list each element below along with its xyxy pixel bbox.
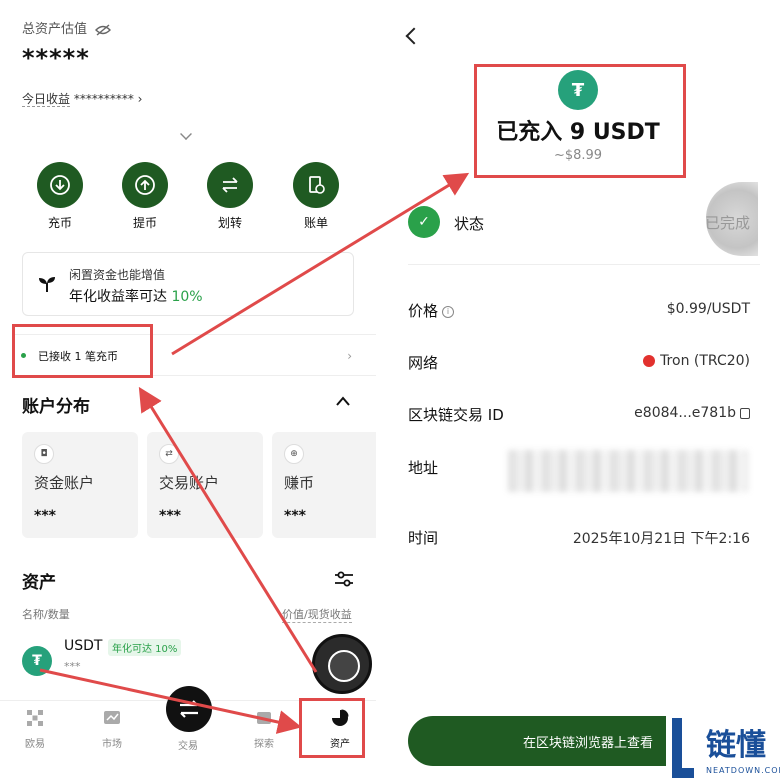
deposit-usd-value: ~$8.99: [553, 148, 603, 163]
address-label: 地址: [408, 459, 439, 477]
usdt-logo-icon: ₮: [22, 646, 52, 676]
column-name-qty: 名称/数量: [22, 608, 70, 621]
check-icon: ✓: [408, 206, 440, 238]
trading-account-card[interactable]: ⇄ 交易账户 ***: [147, 432, 263, 538]
txid-value[interactable]: e8084...e781b: [634, 405, 750, 421]
usdt-logo-icon: ₮: [558, 70, 598, 110]
price-value: $0.99/USDT: [666, 301, 750, 317]
assets-page: 总资产估值 ***** 今日收益 ********** › 充币 提币 划转 账…: [0, 0, 376, 782]
filter-sliders-icon[interactable]: [334, 570, 354, 588]
tron-icon: [643, 355, 656, 367]
asset-amount: ***: [64, 660, 81, 673]
total-assets-label: 总资产估值: [22, 18, 112, 37]
deposit-button[interactable]: 充币: [30, 162, 90, 231]
nav-okx[interactable]: 欧易: [5, 709, 65, 750]
back-arrow-icon[interactable]: [405, 27, 423, 45]
time-label: 时间: [408, 529, 439, 547]
bill-icon: [293, 162, 339, 208]
chevron-down-icon[interactable]: [180, 128, 192, 140]
wallet-icon: ◘: [34, 444, 54, 464]
deposit-icon: [37, 162, 83, 208]
logo-l-shape: [672, 718, 694, 778]
assets-title: 资产: [22, 573, 56, 593]
deposit-received-notice[interactable]: 已接收 1 笔充币 ›: [14, 334, 376, 376]
withdraw-icon: [122, 162, 168, 208]
info-icon[interactable]: i: [442, 305, 455, 318]
transfer-icon: [207, 162, 253, 208]
earn-account-card[interactable]: ⊕ 赚币 ***: [272, 432, 376, 538]
asset-symbol[interactable]: USDT: [64, 638, 102, 654]
chevron-right-icon: ›: [347, 349, 352, 363]
earn-icon: ⊕: [284, 444, 304, 464]
trade-icon: [180, 700, 198, 718]
deposit-amount-title: 已充入 9 USDT: [496, 120, 660, 145]
nav-market[interactable]: 市场: [82, 709, 142, 750]
floating-assistive-button[interactable]: [312, 634, 372, 694]
network-value: Tron (TRC20): [643, 353, 750, 369]
screenshot-composite: 总资产估值 ***** 今日收益 ********** › 充币 提币 划转 账…: [0, 0, 780, 782]
status-dot: [21, 353, 26, 358]
transfer-button[interactable]: 划转: [200, 162, 260, 231]
watermark-logo: 链懂 NEATDOWN.COM: [666, 712, 780, 782]
chevron-right-icon: ›: [137, 92, 143, 106]
column-value-profit: 价值/现货收益: [282, 608, 352, 623]
total-assets-value: *****: [22, 44, 90, 72]
trade-center-button[interactable]: [166, 686, 212, 732]
time-value: 2025年10月21日 下午2:16: [572, 531, 750, 547]
accounts-title: 账户分布: [22, 397, 90, 417]
yield-badge: 年化可达 10%: [108, 639, 182, 656]
address-value-redacted: [508, 450, 748, 492]
promo-rate: 年化收益率可达 10%: [69, 289, 203, 305]
okx-icon: [27, 710, 43, 726]
txid-label: 区块链交易 ID: [408, 406, 504, 424]
nav-explore[interactable]: 探索: [234, 709, 294, 750]
status-value: 已完成: [704, 214, 750, 232]
status-label: 状态: [454, 215, 485, 233]
eye-hidden-icon[interactable]: [95, 23, 112, 36]
price-label: 价格 i: [408, 300, 455, 321]
funding-account-card[interactable]: ◘ 资金账户 ***: [22, 432, 138, 538]
deposit-detail-page: ₮ 已充入 9 USDT ~$8.99 ✓ 状态 已完成 价格 i $0.99/U…: [388, 0, 780, 782]
divider: [408, 264, 760, 265]
nav-assets[interactable]: 资产: [310, 709, 370, 750]
chevron-up-icon[interactable]: [336, 396, 350, 406]
today-profit[interactable]: 今日收益 ********** ›: [22, 90, 142, 107]
market-icon: [104, 711, 120, 724]
withdraw-button[interactable]: 提币: [115, 162, 175, 231]
sprout-icon: [39, 277, 55, 292]
earn-promo-card[interactable]: 闲置资金也能增值 年化收益率可达 10%: [22, 252, 354, 316]
bill-button[interactable]: 账单: [286, 162, 346, 231]
exchange-icon: ⇄: [159, 444, 179, 464]
explore-icon: [257, 712, 271, 724]
assets-icon: [332, 709, 349, 726]
network-label: 网络: [408, 354, 439, 372]
copy-icon[interactable]: [740, 407, 750, 419]
